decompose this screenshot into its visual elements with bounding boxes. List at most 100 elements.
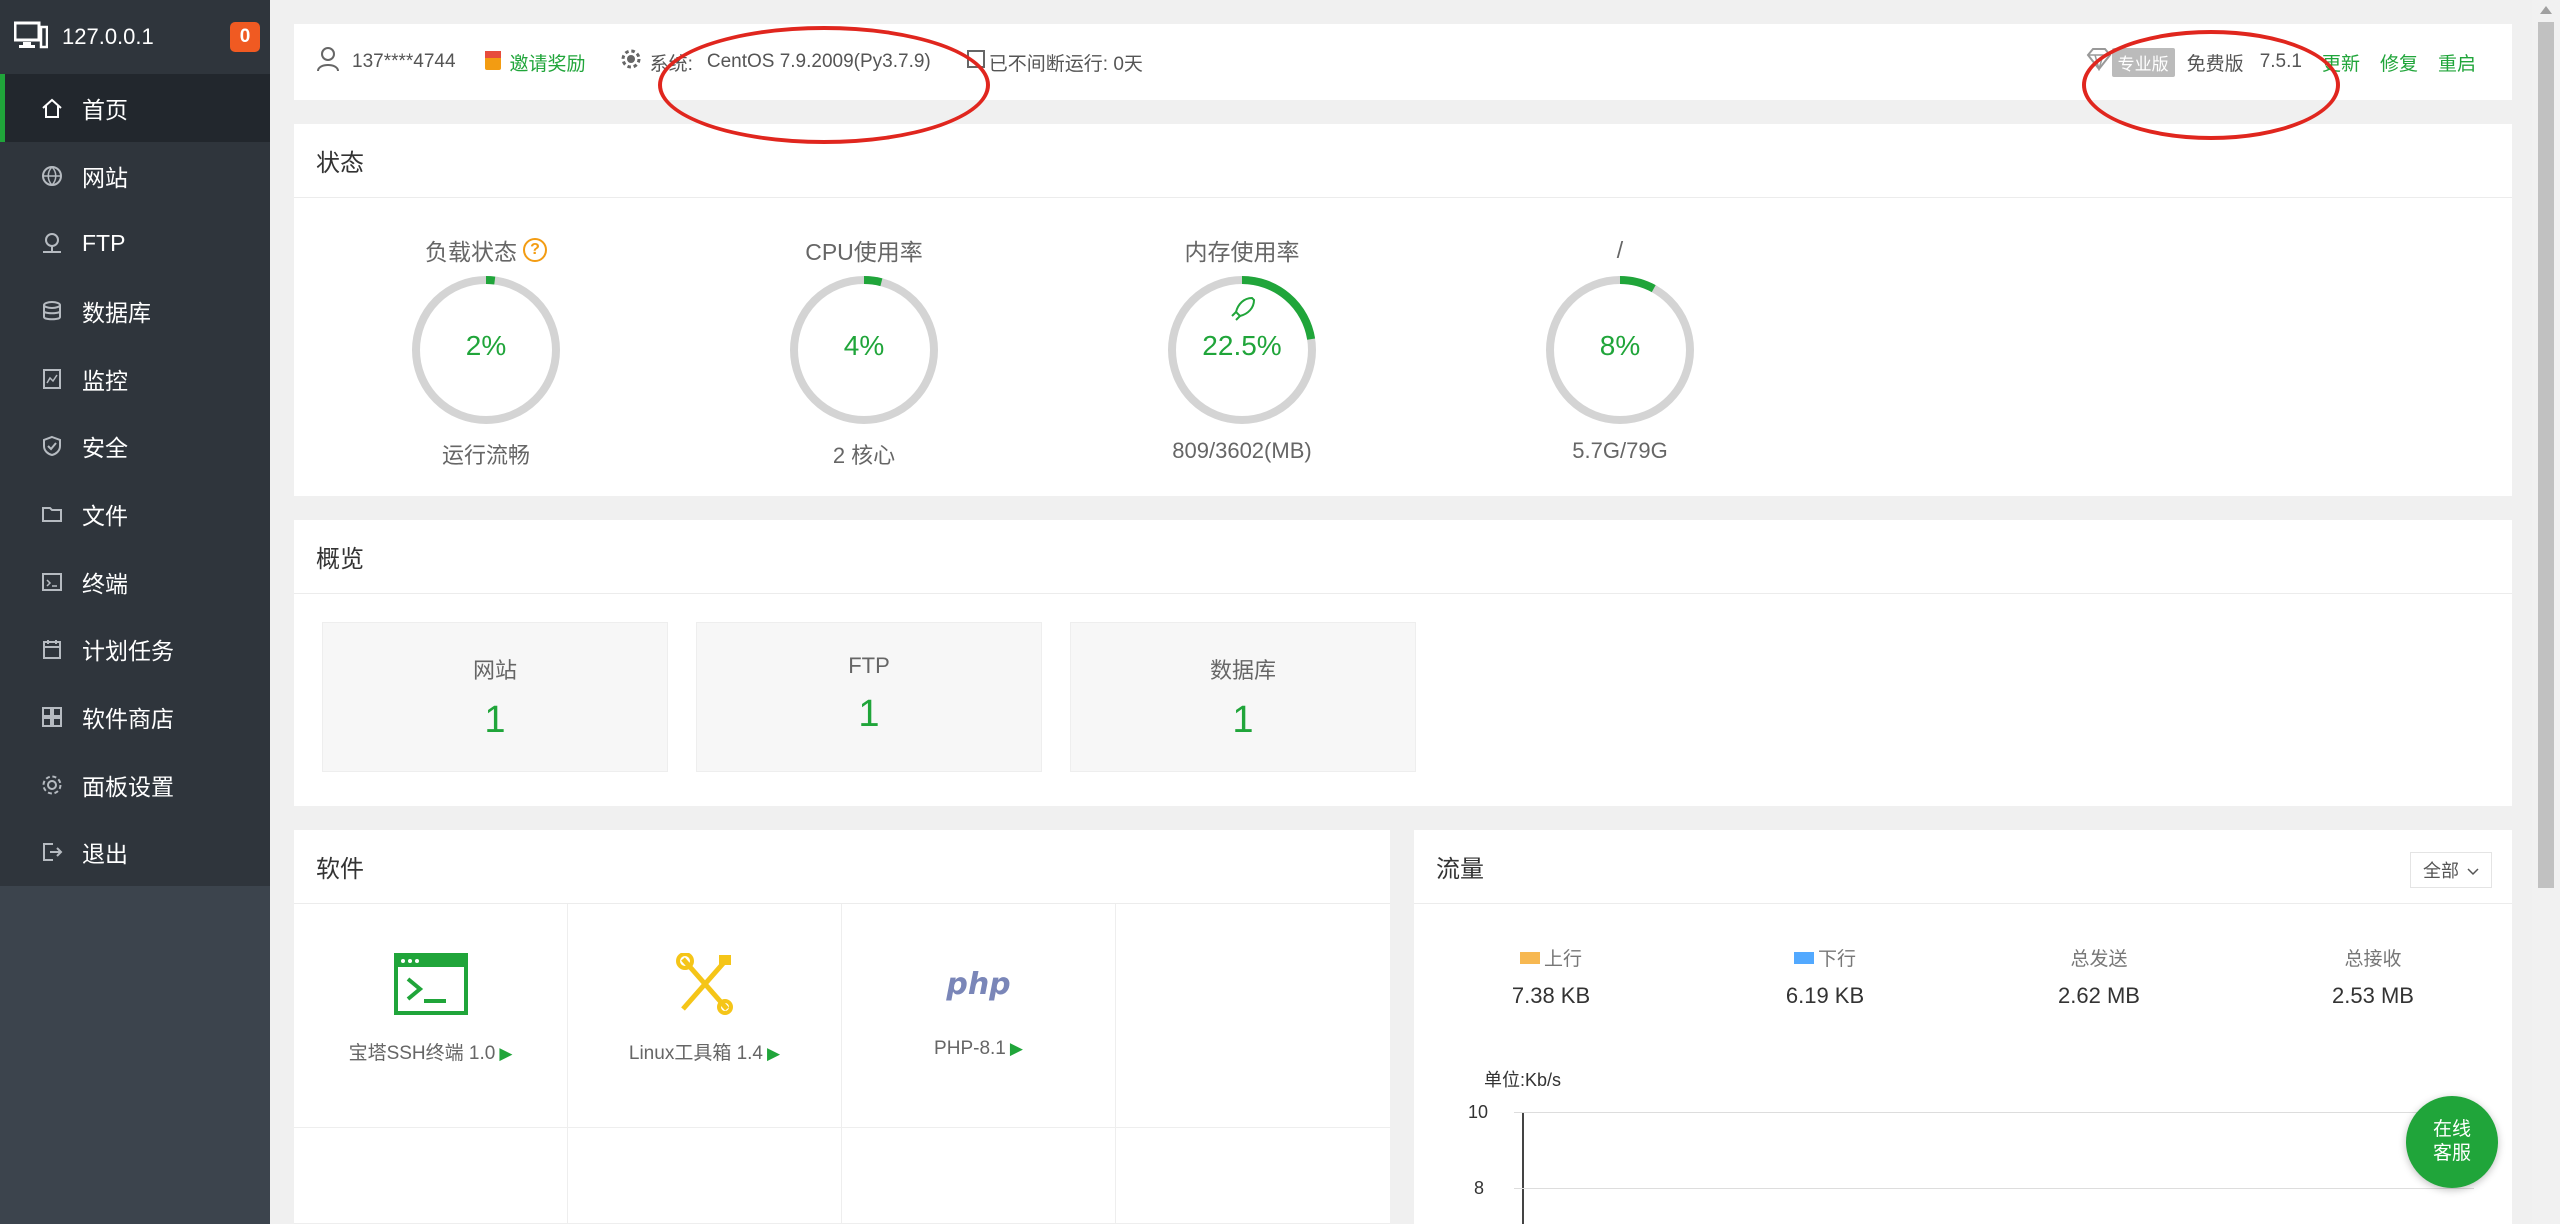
sidebar-item-label: 数据库 (82, 299, 151, 326)
status-title: 状态 (294, 124, 2512, 198)
sidebar-item-label: 文件 (82, 502, 128, 529)
sidebar-item-files[interactable]: 文件 (0, 480, 270, 548)
free-edition-label: 免费版 (2186, 53, 2244, 75)
version-number: 7.5.1 (2259, 51, 2302, 72)
top-info-bar: 137****4744 邀请奖励 系统: CentOS 7.9.2009(Py3… (294, 24, 2512, 100)
overview-ftp[interactable]: FTP 1 (696, 622, 1042, 772)
invite-label: 邀请奖励 (509, 53, 586, 75)
software-slot-empty[interactable] (294, 1128, 568, 1224)
sidebar-item-website[interactable]: 网站 (0, 142, 270, 210)
traffic-label: 总发送 (2070, 949, 2128, 970)
repair-button[interactable]: 修复 (2380, 49, 2418, 76)
ssh-terminal-icon (294, 944, 567, 1024)
software-slot-empty[interactable] (842, 1128, 1116, 1224)
play-icon[interactable]: ▶ (499, 1044, 512, 1063)
memory-gauge: 内存使用率 22.5% 809/3602(MB) (1112, 234, 1372, 464)
sidebar-item-security[interactable]: 安全 (0, 412, 270, 480)
traffic-label: 总接收 (2344, 949, 2402, 970)
sidebar-item-cron[interactable]: 计划任务 (0, 616, 270, 684)
pro-edition-tag[interactable]: 专业版 (2111, 47, 2175, 77)
chart-gridline (1514, 1188, 2474, 1189)
overview-panel: 概览 网站 1 FTP 1 数据库 1 (294, 520, 2512, 806)
help-icon[interactable]: ? (523, 238, 547, 262)
chevron-down-icon (2467, 860, 2479, 881)
uptime-info: 已不间断运行: 0天 (966, 49, 1143, 76)
page-scrollbar[interactable] (2532, 0, 2560, 1224)
home-icon (40, 96, 64, 120)
gauge-subtitle: 2 核心 (832, 443, 896, 468)
sidebar-item-label: 退出 (82, 841, 128, 868)
diamond-icon (2086, 47, 2112, 77)
traffic-filter-select[interactable]: 全部 (2410, 852, 2492, 888)
sidebar-item-settings[interactable]: 面板设置 (0, 751, 270, 819)
overview-database[interactable]: 数据库 1 (1070, 622, 1416, 772)
overview-name: FTP (848, 653, 890, 678)
system-value: CentOS 7.9.2009(Py3.7.9) (706, 51, 931, 72)
main-content: 137****4744 邀请奖励 系统: CentOS 7.9.2009(Py3… (270, 0, 2532, 1224)
software-item-php[interactable]: php PHP-8.1 ▶ (842, 904, 1116, 1128)
shield-icon (40, 434, 64, 458)
y-tick-label: 8 (1474, 1178, 1485, 1198)
software-name-text: Linux工具箱 1.4 (628, 1043, 764, 1064)
gauge-subtitle: 809/3602(MB) (1172, 438, 1312, 463)
software-title: 软件 (294, 830, 1390, 904)
gauge-value: 22.5% (1202, 330, 1282, 361)
gauge-title-text: 负载状态 (425, 239, 517, 265)
software-slot-empty[interactable] (1116, 1128, 1390, 1224)
overview-name: 数据库 (1209, 658, 1276, 683)
disk-gauge: / 8% 5.7G/79G (1490, 234, 1750, 464)
sidebar-item-label: 安全 (82, 435, 128, 462)
online-support-button[interactable]: 在线 客服 (2406, 1096, 2498, 1188)
gauge-ring[interactable]: 2% (408, 272, 564, 428)
software-item-linux-tools[interactable]: Linux工具箱 1.4 ▶ (568, 904, 842, 1128)
sidebar-item-logout[interactable]: 退出 (0, 819, 270, 887)
sidebar-item-database[interactable]: 数据库 (0, 277, 270, 345)
upload-legend-swatch (1519, 951, 1540, 964)
gauge-ring[interactable]: 22.5% (1164, 272, 1320, 428)
sidebar-item-terminal[interactable]: 终端 (0, 548, 270, 616)
sidebar-item-home[interactable]: 首页 (0, 74, 270, 142)
calendar-icon (40, 637, 64, 661)
monitor-icon (40, 367, 64, 391)
traffic-panel: 流量 全部 上行 7.38 KB 下行 6.19 KB 总发送 2.62 MB … (1414, 830, 2512, 1224)
scroll-up-arrow[interactable] (2540, 6, 2552, 14)
gauge-ring[interactable]: 8% (1542, 272, 1698, 428)
overview-count: 1 (858, 693, 880, 735)
traffic-download: 下行 6.19 KB (1688, 944, 1962, 1009)
traffic-chart: 10 8 (1414, 1100, 2512, 1224)
software-slot-empty[interactable] (1116, 904, 1390, 1128)
sidebar: 127.0.0.1 0 首页 网站 FTP 数据库 监控 安全 文件 终端 计划… (0, 0, 270, 1224)
cpu-gauge: CPU使用率 4% 2 核心 (734, 234, 994, 470)
play-icon[interactable]: ▶ (1010, 1039, 1023, 1058)
gauge-ring[interactable]: 4% (786, 272, 942, 428)
gauge-value: 8% (1599, 330, 1641, 361)
sidebar-item-ftp[interactable]: FTP (0, 209, 270, 277)
sidebar-item-app-store[interactable]: 软件商店 (0, 683, 270, 751)
tools-icon (568, 944, 841, 1024)
sidebar-menu: 首页 网站 FTP 数据库 监控 安全 文件 终端 计划任务 软件商店 面板设置… (0, 74, 270, 887)
restart-button[interactable]: 重启 (2438, 49, 2476, 76)
sidebar-item-monitor[interactable]: 监控 (0, 345, 270, 413)
software-item-ssh[interactable]: 宝塔SSH终端 1.0 ▶ (294, 904, 568, 1128)
gauge-subtitle: 5.7G/79G (1572, 438, 1668, 463)
terminal-icon (40, 570, 64, 594)
play-icon[interactable]: ▶ (767, 1044, 780, 1063)
traffic-filter-value: 全部 (2423, 861, 2459, 881)
user-info[interactable]: 137****4744 (316, 46, 456, 78)
notification-badge[interactable]: 0 (230, 22, 260, 52)
traffic-total-sent: 总发送 2.62 MB (1962, 944, 2236, 1009)
overview-title: 概览 (294, 520, 2512, 594)
invite-reward-link[interactable]: 邀请奖励 (484, 47, 586, 77)
scrollbar-thumb[interactable] (2538, 22, 2554, 888)
update-button[interactable]: 更新 (2322, 49, 2360, 76)
clock-icon (966, 50, 985, 74)
database-icon (40, 299, 64, 323)
traffic-label-text: 上行 (1543, 949, 1582, 970)
gauge-value: 2% (465, 330, 507, 361)
gift-icon (484, 47, 502, 77)
software-slot-empty[interactable] (568, 1128, 842, 1224)
folder-icon (40, 502, 64, 526)
traffic-value: 7.38 KB (1511, 983, 1591, 1008)
overview-website[interactable]: 网站 1 (322, 622, 668, 772)
gauge-title: / (1616, 236, 1624, 263)
